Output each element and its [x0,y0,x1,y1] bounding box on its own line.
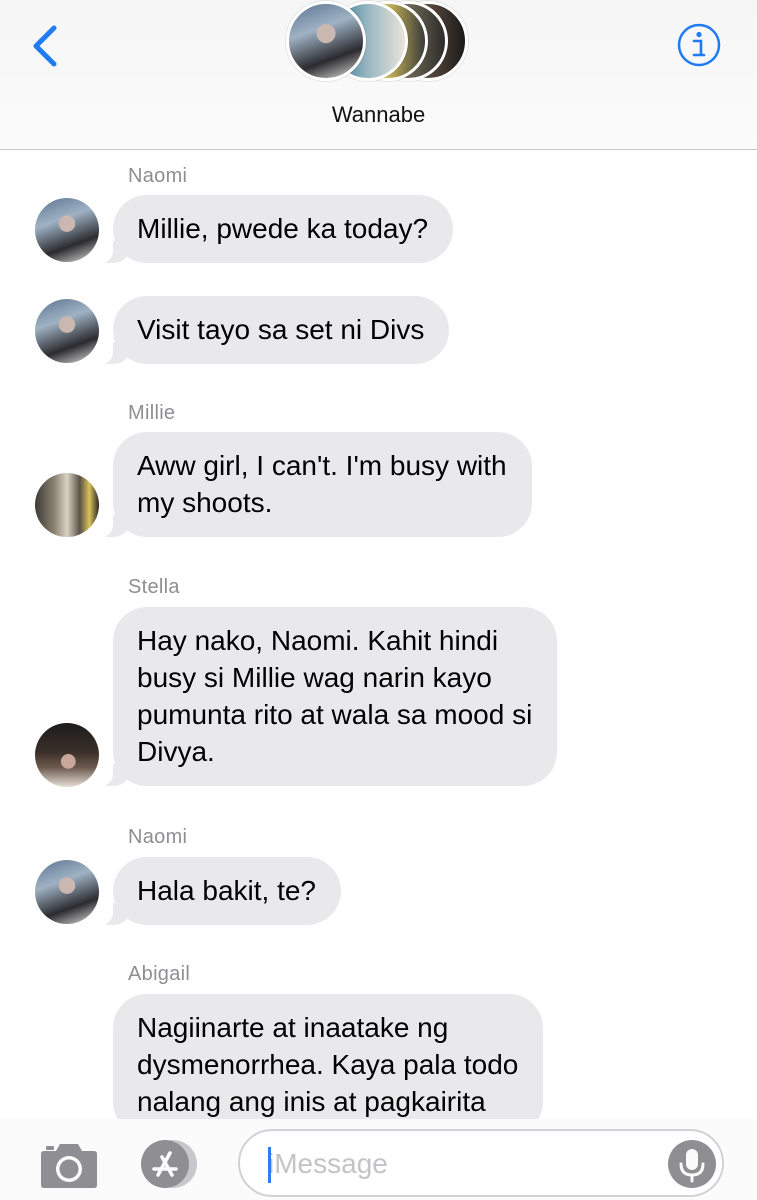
message-line: nalang ang inis at pagkairita [137,1086,486,1117]
microphone-button[interactable] [668,1140,716,1188]
message-bubble[interactable]: Nagiinarte at inaatake ng dysmenorrhea. … [113,994,544,1119]
conversation-header: Wannabe [0,0,757,150]
camera-button[interactable] [38,1139,100,1191]
message-bubble[interactable]: Aww girl, I can't. I'm busy with my shoo… [99,432,532,537]
message-line: my shoots. [137,487,273,518]
message-text: Millie, pwede ka today? [137,213,429,244]
composer-bar [0,1119,757,1200]
app-store-button[interactable] [135,1137,207,1191]
info-icon [677,23,721,67]
message-bubble[interactable]: Millie, pwede ka today? [98,195,454,263]
sender-avatar[interactable] [35,723,99,787]
sender-name: Millie [128,402,176,424]
message-line: Nagiinarte at inaatake ng [137,1012,449,1043]
message-line: Aww girl, I can't. I'm busy with [137,450,507,481]
message-input[interactable] [268,1143,648,1185]
camera-icon [41,1144,97,1188]
sender-name: Naomi [128,826,188,848]
message-line: Divya. [137,736,215,767]
sender-avatar[interactable] [35,198,99,262]
microphone-icon [679,1149,705,1183]
back-button[interactable] [26,22,66,70]
info-button[interactable] [676,22,722,68]
chevron-left-icon [33,25,57,67]
sender-name: Abigail [128,963,191,985]
app-store-icon [141,1140,197,1188]
message-line: Hay nako, Naomi. Kahit hindi [137,625,499,656]
message-thread[interactable]: Naomi Millie, pwede ka today? Visit tayo… [0,151,757,1119]
sender-avatar[interactable] [35,473,99,537]
group-name[interactable]: Wannabe [0,102,757,128]
message-bubble[interactable]: Hay nako, Naomi. Kahit hindi busy si Mil… [98,607,558,786]
sender-avatar[interactable] [35,860,99,924]
sender-name: Naomi [128,165,188,187]
message-text: Hala bakit, te? [137,875,316,906]
text-caret [268,1147,271,1183]
message-bubble[interactable]: Hala bakit, te? [99,857,341,925]
message-text: Visit tayo sa set ni Divs [137,314,425,345]
sender-name: Stella [128,576,180,598]
message-line: dysmenorrhea. Kaya pala todo [137,1049,519,1080]
message-line: busy si Millie wag narin kayo [137,662,492,693]
sender-avatar[interactable] [35,299,99,363]
message-bubble[interactable]: Visit tayo sa set ni Divs [98,296,450,364]
message-line: pumunta rito at wala sa mood si [137,699,533,730]
member-avatar [286,1,366,81]
group-avatar-stack[interactable] [286,0,486,84]
message-input-field[interactable] [238,1129,724,1197]
